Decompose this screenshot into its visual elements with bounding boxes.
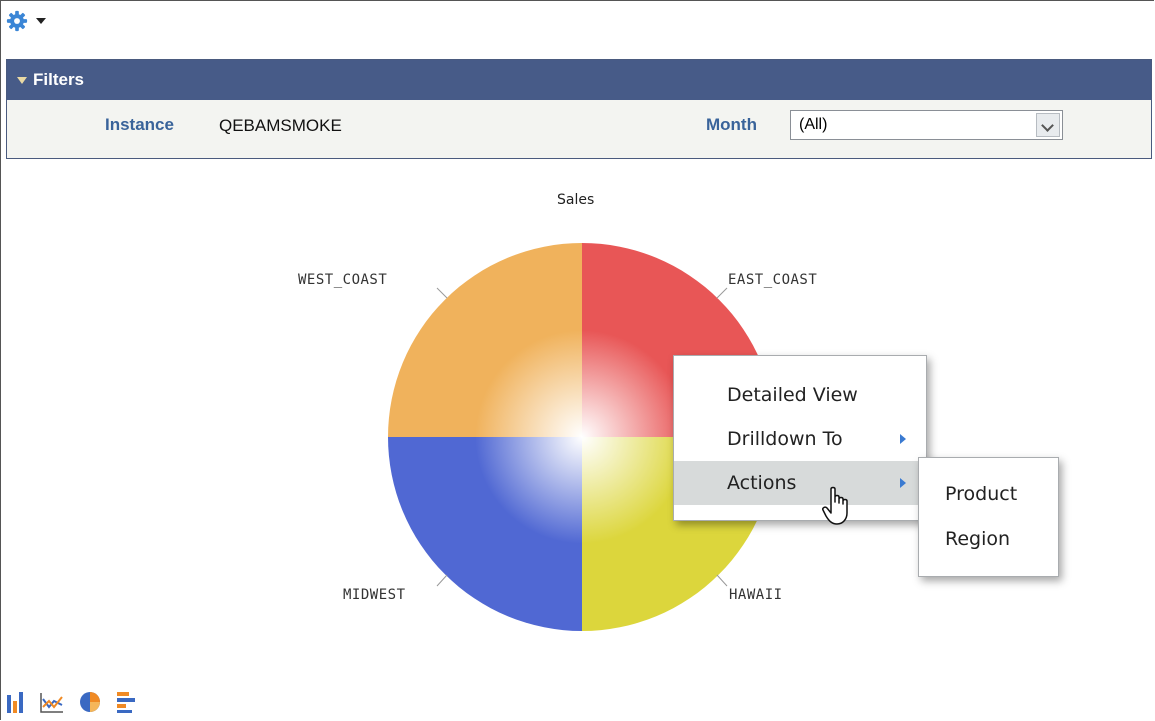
horizontal-bar-chart-icon[interactable] — [116, 691, 138, 713]
leader-line — [716, 574, 728, 587]
menu-item-label: Actions — [727, 472, 797, 494]
leader-line — [436, 574, 448, 587]
slice-label-east-coast: EAST_COAST — [728, 272, 818, 288]
context-menu: Detailed View Drilldown To Actions — [673, 355, 927, 521]
pie-chart — [388, 243, 776, 631]
leader-line — [436, 287, 448, 299]
leader-line — [716, 287, 728, 299]
menu-item-label: Detailed View — [727, 384, 858, 406]
chart-type-switcher — [6, 691, 138, 713]
menu-item-actions[interactable]: Actions — [674, 461, 926, 505]
menu-item-detailed-view[interactable]: Detailed View — [674, 373, 926, 417]
pie-chart-icon[interactable] — [78, 691, 102, 713]
bar-chart-icon[interactable] — [6, 691, 26, 713]
submenu-item-label: Region — [945, 528, 1011, 550]
submenu-item-label: Product — [945, 483, 1018, 505]
hand-cursor-icon — [822, 486, 848, 525]
slice-label-midwest: MIDWEST — [343, 587, 406, 603]
submenu-arrow-icon — [900, 478, 906, 488]
pie-slice-midwest[interactable] — [388, 437, 582, 631]
submenu-item-product[interactable]: Product — [919, 472, 1058, 516]
menu-item-drilldown-to[interactable]: Drilldown To — [674, 417, 926, 461]
menu-item-label: Drilldown To — [727, 428, 843, 450]
submenu-item-region[interactable]: Region — [919, 517, 1058, 561]
line-chart-icon[interactable] — [40, 691, 64, 713]
slice-label-hawaii: HAWAII — [729, 587, 783, 603]
actions-submenu: Product Region — [918, 457, 1059, 577]
slice-label-west-coast: WEST_COAST — [298, 272, 388, 288]
pie-slice-west-coast[interactable] — [388, 243, 582, 437]
submenu-arrow-icon — [900, 434, 906, 444]
